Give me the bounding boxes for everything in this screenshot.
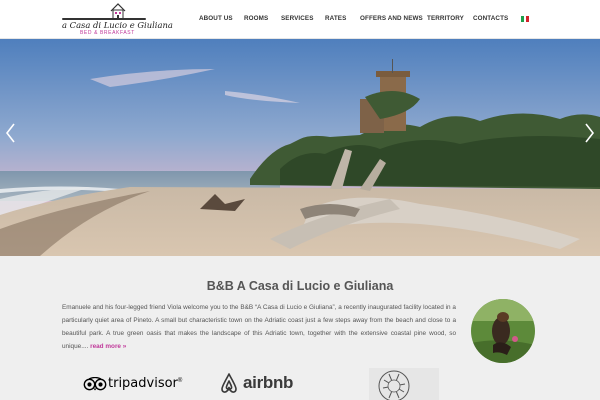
nav-services[interactable]: SERVICES	[281, 15, 314, 22]
chevron-left-icon[interactable]	[4, 121, 18, 145]
nav-about-us[interactable]: ABOUT US	[199, 15, 233, 22]
partner-logos: tripadvisor ® airbnb	[0, 368, 600, 400]
airbnb-label: airbnb	[243, 373, 294, 392]
italian-flag-icon[interactable]	[521, 16, 530, 22]
page-title: B&B A Casa di Lucio e Giuliana	[206, 279, 394, 293]
tripadvisor-label: tripadvisor	[108, 376, 178, 391]
nav-contacts[interactable]: CONTACTS	[473, 15, 508, 22]
nav-rooms[interactable]: ROOMS	[244, 15, 268, 22]
airbnb-icon	[221, 373, 237, 393]
airbnb-logo[interactable]: airbnb	[219, 372, 293, 394]
host-avatar	[471, 299, 535, 363]
nav-rates[interactable]: RATES	[325, 15, 346, 22]
nav-offers-and-news[interactable]: OFFERS AND NEWS	[360, 15, 423, 22]
read-more-link[interactable]: read more »	[90, 343, 126, 350]
nav-territory[interactable]: TERRITORY	[427, 15, 464, 22]
host-photo	[471, 299, 535, 363]
site-header: a Casa di Lucio e Giuliana BED & BREAKFA…	[0, 0, 600, 39]
registered-mark: ®	[177, 378, 183, 384]
owl-icon	[83, 376, 107, 390]
main-nav: ABOUT US ROOMS SERVICES RATES OFFERS AND…	[0, 0, 600, 39]
hero-slider	[0, 39, 600, 256]
seal-icon[interactable]	[369, 368, 439, 400]
tripadvisor-logo[interactable]: tripadvisor ®	[83, 376, 182, 391]
hero-image	[0, 39, 600, 256]
intro-text: Emanuele and his four-legged friend Viol…	[62, 301, 456, 353]
chevron-right-icon[interactable]	[582, 121, 596, 145]
